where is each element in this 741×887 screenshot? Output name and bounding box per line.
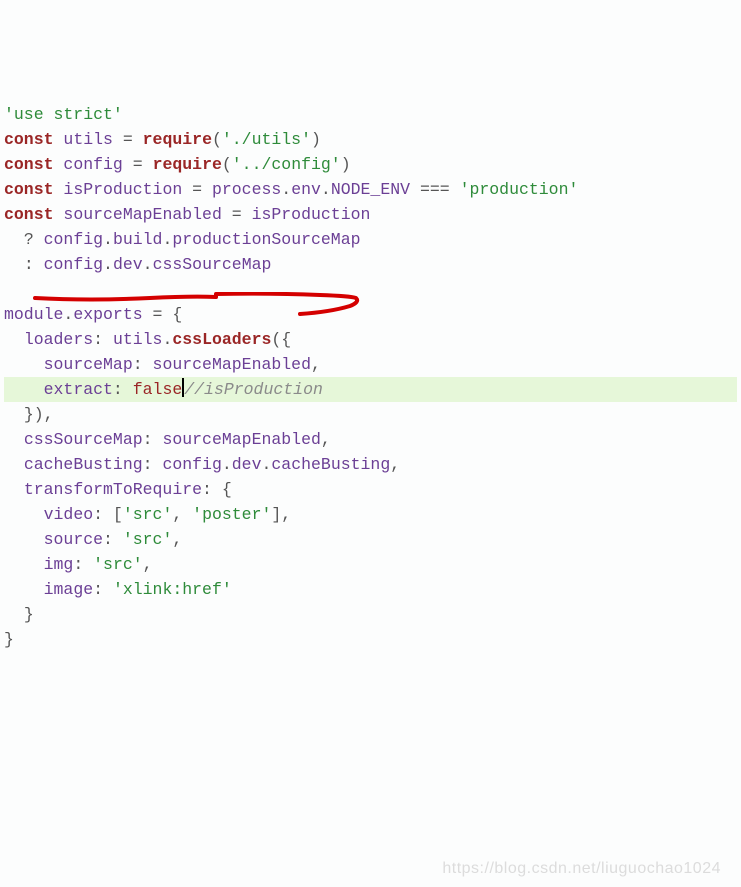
identifier: env <box>291 180 321 199</box>
highlighted-line: extract: false//isProduction <box>4 377 737 402</box>
code-line: video: ['src', 'poster'], <box>4 502 737 527</box>
identifier: utils <box>113 330 163 349</box>
string-literal: 'src' <box>123 505 173 524</box>
string-literal: 'poster' <box>192 505 271 524</box>
identifier: cssSourceMap <box>153 255 272 274</box>
code-line: const utils = require('./utils') <box>4 127 737 152</box>
identifier: utils <box>63 130 113 149</box>
property-key: transformToRequire <box>24 480 202 499</box>
string-literal: 'src' <box>123 530 173 549</box>
code-line: } <box>4 602 737 627</box>
code-line: 'use strict' <box>4 102 737 127</box>
string-literal: 'src' <box>93 555 143 574</box>
string-literal: '../config' <box>232 155 341 174</box>
identifier: isProduction <box>252 205 371 224</box>
code-line: loaders: utils.cssLoaders({ <box>4 327 737 352</box>
identifier: exports <box>73 305 142 324</box>
code-line: module.exports = { <box>4 302 737 327</box>
code-line: source: 'src', <box>4 527 737 552</box>
property-key: cssSourceMap <box>24 430 143 449</box>
string-literal: 'xlink:href' <box>113 580 232 599</box>
property-key: cacheBusting <box>24 455 143 474</box>
code-line: ? config.build.productionSourceMap <box>4 227 737 252</box>
require-call: require <box>153 155 222 174</box>
require-call: require <box>143 130 212 149</box>
code-line: cacheBusting: config.dev.cacheBusting, <box>4 452 737 477</box>
code-line: transformToRequire: { <box>4 477 737 502</box>
string-literal: './utils' <box>222 130 311 149</box>
code-line: const isProduction = process.env.NODE_EN… <box>4 177 737 202</box>
identifier: sourceMapEnabled <box>153 355 311 374</box>
identifier: productionSourceMap <box>172 230 360 249</box>
property-key: extract <box>44 380 113 399</box>
method-call: cssLoaders <box>172 330 271 349</box>
code-line: img: 'src', <box>4 552 737 577</box>
identifier: dev <box>113 255 143 274</box>
code-line: sourceMap: sourceMapEnabled, <box>4 352 737 377</box>
identifier: sourceMapEnabled <box>162 430 320 449</box>
identifier: dev <box>232 455 262 474</box>
property-key: image <box>44 580 94 599</box>
identifier: isProduction <box>63 180 182 199</box>
property-key: sourceMap <box>44 355 133 374</box>
keyword-const: const <box>4 180 54 199</box>
keyword-const: const <box>4 205 54 224</box>
code-line: const config = require('../config') <box>4 152 737 177</box>
identifier: NODE_ENV <box>331 180 410 199</box>
blank-line <box>4 277 737 302</box>
identifier: cacheBusting <box>271 455 390 474</box>
watermark-text: https://blog.csdn.net/liuguochao1024 <box>442 856 721 881</box>
comment: //isProduction <box>184 380 323 399</box>
code-line: }), <box>4 402 737 427</box>
property-key: video <box>44 505 94 524</box>
keyword-false: false <box>133 380 183 399</box>
keyword-const: const <box>4 130 54 149</box>
identifier: sourceMapEnabled <box>63 205 221 224</box>
identifier: config <box>162 455 221 474</box>
code-line: : config.dev.cssSourceMap <box>4 252 737 277</box>
identifier: config <box>44 230 103 249</box>
keyword-const: const <box>4 155 54 174</box>
code-line: } <box>4 627 737 652</box>
identifier: config <box>63 155 122 174</box>
string-literal: 'use strict' <box>4 105 123 124</box>
identifier: process <box>212 180 281 199</box>
code-line: image: 'xlink:href' <box>4 577 737 602</box>
string-literal: 'production' <box>460 180 579 199</box>
property-key: loaders <box>24 330 93 349</box>
identifier: module <box>4 305 63 324</box>
code-line: cssSourceMap: sourceMapEnabled, <box>4 427 737 452</box>
property-key: source <box>44 530 103 549</box>
identifier: config <box>44 255 103 274</box>
identifier: build <box>113 230 163 249</box>
code-line: const sourceMapEnabled = isProduction <box>4 202 737 227</box>
property-key: img <box>44 555 74 574</box>
